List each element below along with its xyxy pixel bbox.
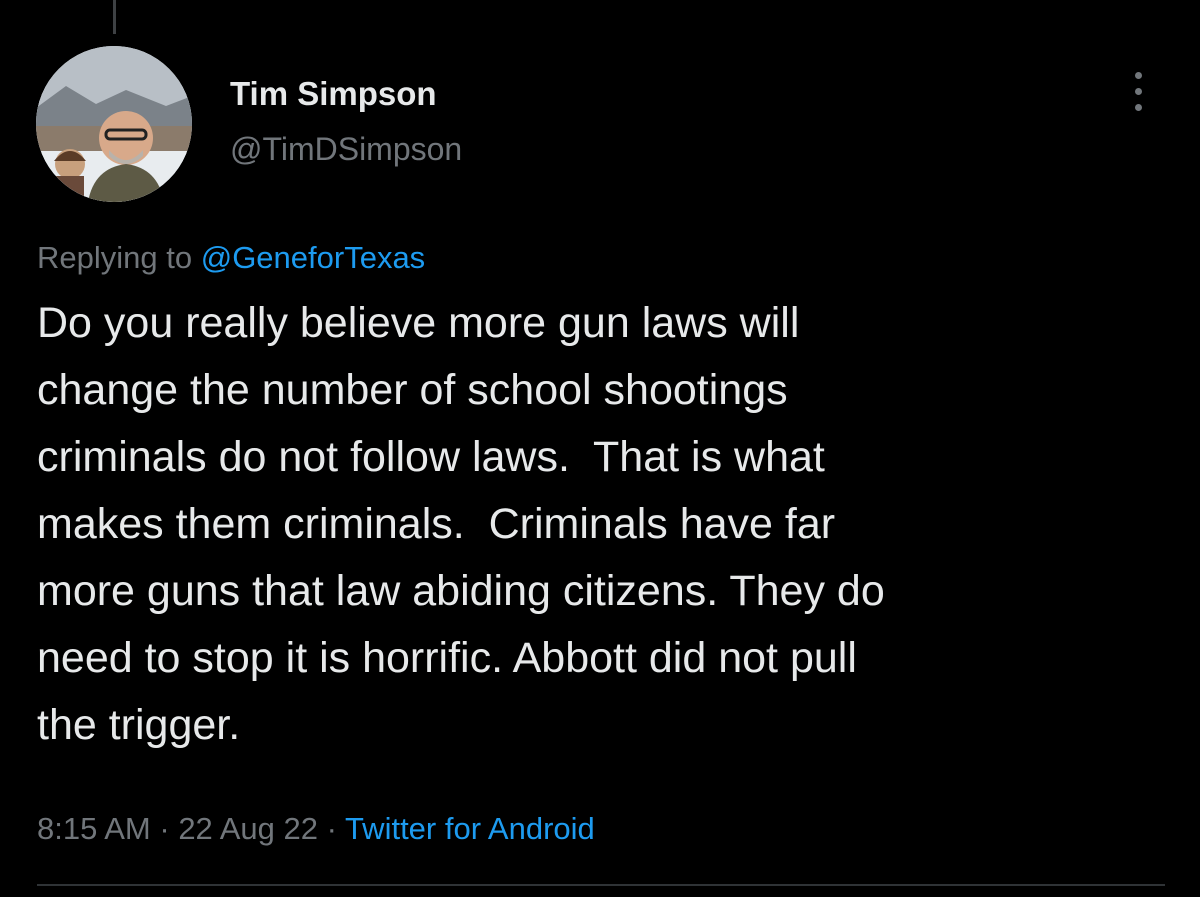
thread-connector-line [113, 0, 116, 34]
tweet-metadata: 8:15 AM · 22 Aug 22 · Twitter for Androi… [37, 807, 595, 851]
tweet-text-line: change the number of school shootings [37, 366, 788, 414]
tweet-author[interactable]: Tim Simpson @TimDSimpson [230, 70, 462, 172]
meta-separator: · [317, 811, 345, 846]
avatar-photo-icon [36, 46, 192, 202]
avatar[interactable] [36, 46, 192, 202]
tweet-time[interactable]: 8:15 AM [37, 811, 151, 846]
tweet-text-line: criminals do not follow laws. That is wh… [37, 433, 825, 481]
tweet-text-line: makes them criminals. Criminals have far [37, 500, 836, 548]
meta-separator: · [150, 811, 179, 846]
author-display-name[interactable]: Tim Simpson [230, 70, 462, 118]
tweet-text-line: the trigger. [37, 701, 241, 749]
tweet-date[interactable]: 22 Aug 22 [178, 811, 318, 846]
more-options-button[interactable] [1118, 68, 1158, 116]
tweet-source-link[interactable]: Twitter for Android [345, 811, 595, 846]
tweet-text-line: Do you really believe more gun laws will [37, 299, 800, 347]
tweet-text-line: more guns that law abiding citizens. The… [37, 567, 885, 615]
divider [37, 884, 1165, 886]
tweet-text-line: need to stop it is horrific. Abbott did … [37, 634, 857, 682]
reply-context: Replying to @GeneforTexas [37, 236, 425, 280]
author-handle[interactable]: @TimDSimpson [230, 126, 462, 172]
replying-to-label: Replying to [37, 240, 201, 275]
reply-to-handle-link[interactable]: @GeneforTexas [201, 240, 425, 275]
tweet-text: Do you really believe more gun laws will… [37, 290, 1167, 759]
